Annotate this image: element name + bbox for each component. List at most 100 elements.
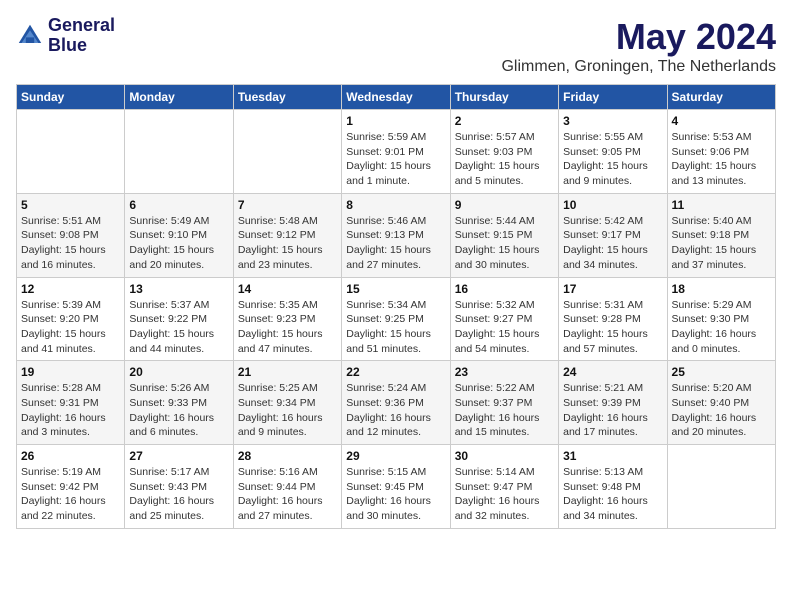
day-number: 23 [455,365,554,379]
calendar-cell: 15Sunrise: 5:34 AM Sunset: 9:25 PM Dayli… [342,277,450,361]
day-info: Sunrise: 5:57 AM Sunset: 9:03 PM Dayligh… [455,130,554,189]
calendar-cell: 16Sunrise: 5:32 AM Sunset: 9:27 PM Dayli… [450,277,558,361]
day-number: 17 [563,282,662,296]
day-number: 1 [346,114,445,128]
logo-icon [16,22,44,50]
calendar-cell: 24 Sunrise: 5:21 AM Sunset: 9:39 PM Dayli… [559,361,667,445]
day-number: 25 [672,365,771,379]
logo: General Blue [16,16,115,56]
calendar-week-row-3: 12Sunrise: 5:39 AM Sunset: 9:20 PM Dayli… [17,277,776,361]
day-number: 30 [455,449,554,463]
day-number: 6 [129,198,228,212]
calendar-cell: 22 Sunrise: 5:24 AM Sunset: 9:36 PM Dayli… [342,361,450,445]
day-info: Sunrise: 5:37 AM Sunset: 9:22 PM Dayligh… [129,298,228,357]
calendar-week-row-4: 19 Sunrise: 5:28 AM Sunset: 9:31 PM Dayli… [17,361,776,445]
calendar-cell [233,110,341,194]
day-number: 22 [346,365,445,379]
day-number: 3 [563,114,662,128]
day-number: 11 [672,198,771,212]
day-number: 5 [21,198,120,212]
calendar-cell: 3 Sunrise: 5:55 AM Sunset: 9:05 PM Daylig… [559,110,667,194]
calendar-cell: 29 Sunrise: 5:15 AM Sunset: 9:45 PM Dayli… [342,445,450,529]
calendar-week-row-2: 5 Sunrise: 5:51 AM Sunset: 9:08 PM Daylig… [17,193,776,277]
calendar-cell: 1 Sunrise: 5:59 AM Sunset: 9:01 PM Daylig… [342,110,450,194]
day-number: 2 [455,114,554,128]
day-number: 21 [238,365,337,379]
calendar-cell [667,445,775,529]
day-number: 12 [21,282,120,296]
day-info: Sunrise: 5:20 AM Sunset: 9:40 PM Dayligh… [672,381,771,440]
day-info: Sunrise: 5:42 AM Sunset: 9:17 PM Dayligh… [563,214,662,273]
calendar-cell: 7 Sunrise: 5:48 AM Sunset: 9:12 PM Daylig… [233,193,341,277]
calendar-cell: 13 Sunrise: 5:37 AM Sunset: 9:22 PM Dayli… [125,277,233,361]
month-title: May 2024 [501,16,776,58]
calendar-cell: 6 Sunrise: 5:49 AM Sunset: 9:10 PM Daylig… [125,193,233,277]
calendar-header-monday: Monday [125,85,233,110]
calendar-header-wednesday: Wednesday [342,85,450,110]
day-info: Sunrise: 5:16 AM Sunset: 9:44 PM Dayligh… [238,465,337,524]
calendar-cell: 19 Sunrise: 5:28 AM Sunset: 9:31 PM Dayli… [17,361,125,445]
calendar-header-sunday: Sunday [17,85,125,110]
day-number: 19 [21,365,120,379]
calendar-header-thursday: Thursday [450,85,558,110]
day-number: 31 [563,449,662,463]
day-info: Sunrise: 5:48 AM Sunset: 9:12 PM Dayligh… [238,214,337,273]
calendar-header-friday: Friday [559,85,667,110]
title-section: May 2024 Glimmen, Groningen, The Netherl… [501,16,776,76]
day-info: Sunrise: 5:31 AM Sunset: 9:28 PM Dayligh… [563,298,662,357]
day-number: 29 [346,449,445,463]
day-info: Sunrise: 5:22 AM Sunset: 9:37 PM Dayligh… [455,381,554,440]
calendar-header-saturday: Saturday [667,85,775,110]
day-number: 18 [672,282,771,296]
day-info: Sunrise: 5:40 AM Sunset: 9:18 PM Dayligh… [672,214,771,273]
day-number: 26 [21,449,120,463]
day-info: Sunrise: 5:13 AM Sunset: 9:48 PM Dayligh… [563,465,662,524]
day-number: 14 [238,282,337,296]
day-number: 27 [129,449,228,463]
calendar-header-row: SundayMondayTuesdayWednesdayThursdayFrid… [17,85,776,110]
location-title: Glimmen, Groningen, The Netherlands [501,58,776,76]
calendar-cell: 2 Sunrise: 5:57 AM Sunset: 9:03 PM Daylig… [450,110,558,194]
calendar-cell: 4Sunrise: 5:53 AM Sunset: 9:06 PM Daylig… [667,110,775,194]
day-info: Sunrise: 5:55 AM Sunset: 9:05 PM Dayligh… [563,130,662,189]
calendar-cell: 10 Sunrise: 5:42 AM Sunset: 9:17 PM Dayli… [559,193,667,277]
day-info: Sunrise: 5:15 AM Sunset: 9:45 PM Dayligh… [346,465,445,524]
day-number: 13 [129,282,228,296]
day-info: Sunrise: 5:59 AM Sunset: 9:01 PM Dayligh… [346,130,445,189]
day-number: 4 [672,114,771,128]
logo-text: General Blue [48,16,115,56]
day-number: 8 [346,198,445,212]
calendar-cell: 14 Sunrise: 5:35 AM Sunset: 9:23 PM Dayli… [233,277,341,361]
calendar-cell [17,110,125,194]
day-info: Sunrise: 5:35 AM Sunset: 9:23 PM Dayligh… [238,298,337,357]
day-info: Sunrise: 5:49 AM Sunset: 9:10 PM Dayligh… [129,214,228,273]
page-header: General Blue May 2024 Glimmen, Groningen… [16,16,776,76]
calendar-cell: 31 Sunrise: 5:13 AM Sunset: 9:48 PM Dayli… [559,445,667,529]
day-number: 9 [455,198,554,212]
day-info: Sunrise: 5:51 AM Sunset: 9:08 PM Dayligh… [21,214,120,273]
day-info: Sunrise: 5:24 AM Sunset: 9:36 PM Dayligh… [346,381,445,440]
calendar-cell [125,110,233,194]
day-info: Sunrise: 5:21 AM Sunset: 9:39 PM Dayligh… [563,381,662,440]
calendar-cell: 27Sunrise: 5:17 AM Sunset: 9:43 PM Dayli… [125,445,233,529]
day-number: 7 [238,198,337,212]
calendar-week-row-5: 26Sunrise: 5:19 AM Sunset: 9:42 PM Dayli… [17,445,776,529]
calendar-cell: 23 Sunrise: 5:22 AM Sunset: 9:37 PM Dayli… [450,361,558,445]
calendar-cell: 28Sunrise: 5:16 AM Sunset: 9:44 PM Dayli… [233,445,341,529]
day-info: Sunrise: 5:29 AM Sunset: 9:30 PM Dayligh… [672,298,771,357]
calendar-cell: 9 Sunrise: 5:44 AM Sunset: 9:15 PM Daylig… [450,193,558,277]
calendar-cell: 8 Sunrise: 5:46 AM Sunset: 9:13 PM Daylig… [342,193,450,277]
day-info: Sunrise: 5:25 AM Sunset: 9:34 PM Dayligh… [238,381,337,440]
day-info: Sunrise: 5:46 AM Sunset: 9:13 PM Dayligh… [346,214,445,273]
calendar-week-row-1: 1 Sunrise: 5:59 AM Sunset: 9:01 PM Daylig… [17,110,776,194]
day-number: 15 [346,282,445,296]
day-number: 16 [455,282,554,296]
day-number: 10 [563,198,662,212]
day-info: Sunrise: 5:44 AM Sunset: 9:15 PM Dayligh… [455,214,554,273]
day-info: Sunrise: 5:26 AM Sunset: 9:33 PM Dayligh… [129,381,228,440]
calendar-cell: 21 Sunrise: 5:25 AM Sunset: 9:34 PM Dayli… [233,361,341,445]
day-number: 24 [563,365,662,379]
calendar-cell: 5 Sunrise: 5:51 AM Sunset: 9:08 PM Daylig… [17,193,125,277]
calendar-cell: 12Sunrise: 5:39 AM Sunset: 9:20 PM Dayli… [17,277,125,361]
day-info: Sunrise: 5:28 AM Sunset: 9:31 PM Dayligh… [21,381,120,440]
